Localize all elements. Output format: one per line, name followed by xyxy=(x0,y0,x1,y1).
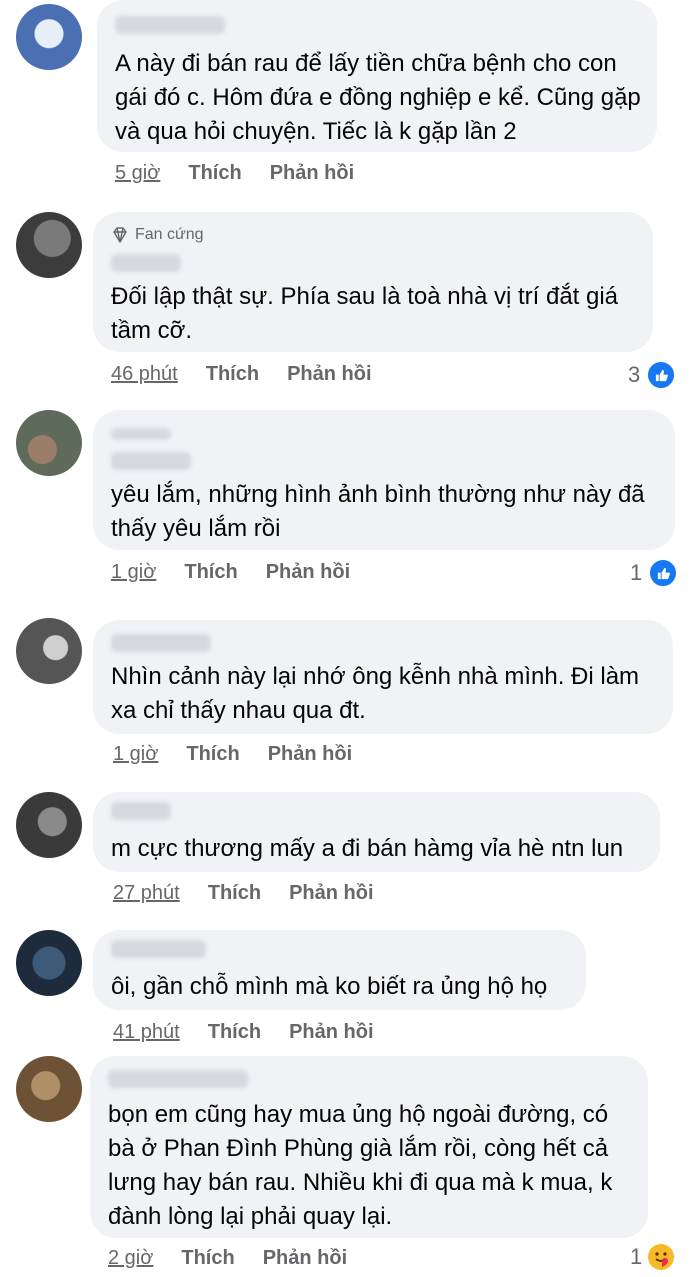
fan-badge: Fan cứng xyxy=(111,226,204,244)
comment-text: ôi, gần chỗ mình mà ko biết ra ủng hộ họ xyxy=(111,973,548,1000)
comment-time[interactable]: 41 phút xyxy=(113,1021,180,1044)
comment-time[interactable]: 46 phút xyxy=(111,363,178,386)
comment-text: A này đi bán rau để lấy tiền chữa bệnh c… xyxy=(115,50,641,145)
reply-button[interactable]: Phản hồi xyxy=(268,743,352,766)
reply-button[interactable]: Phản hồi xyxy=(263,1247,347,1270)
comment-bubble: A này đi bán rau để lấy tiền chữa bệnh c… xyxy=(97,0,657,152)
commenter-name-blurred[interactable] xyxy=(108,1070,248,1088)
commenter-name-blurred[interactable] xyxy=(111,634,211,652)
like-button[interactable]: Thích xyxy=(208,882,261,905)
comment-actions: 2 giờ Thích Phản hồi xyxy=(108,1243,347,1273)
comment-actions: 27 phút Thích Phản hồi xyxy=(113,878,374,908)
reply-button[interactable]: Phản hồi xyxy=(289,882,373,905)
comment-actions: 1 giờ Thích Phản hồi xyxy=(111,557,350,587)
avatar[interactable] xyxy=(16,212,82,278)
comment-actions: 46 phút Thích Phản hồi xyxy=(111,359,372,389)
comment-bubble: Nhìn cảnh này lại nhớ ông kễnh nhà mình.… xyxy=(93,620,673,734)
like-button[interactable]: Thích xyxy=(181,1247,234,1270)
reaction-number: 1 xyxy=(630,1244,643,1269)
comment-time[interactable]: 1 giờ xyxy=(113,743,158,766)
like-icon xyxy=(646,360,677,390)
comment-time[interactable]: 5 giờ xyxy=(115,162,160,185)
reply-button[interactable]: Phản hồi xyxy=(266,561,350,584)
reaction-count[interactable]: 1 xyxy=(630,1244,675,1270)
comment-bubble: m cực thương mấy a đi bán hàmg vỉa hè nt… xyxy=(93,792,660,872)
avatar[interactable] xyxy=(16,618,82,684)
comment-bubble: Fan cứng Đối lập thật sự. Phía sau là to… xyxy=(93,212,653,352)
commenter-name-blurred[interactable] xyxy=(111,802,171,820)
reaction-count[interactable]: 1 xyxy=(630,558,679,588)
reply-button[interactable]: Phản hồi xyxy=(287,363,371,386)
commenter-name-blurred[interactable] xyxy=(115,16,225,34)
comment-bubble: ôi, gần chỗ mình mà ko biết ra ủng hộ họ xyxy=(93,930,586,1010)
like-button[interactable]: Thích xyxy=(184,561,237,584)
comment-actions: 41 phút Thích Phản hồi xyxy=(113,1017,374,1047)
badge-label: Fan cứng xyxy=(135,226,204,243)
comment-actions: 1 giờ Thích Phản hồi xyxy=(113,739,352,769)
like-button[interactable]: Thích xyxy=(206,363,259,386)
reply-button[interactable]: Phản hồi xyxy=(270,162,354,185)
commenter-name-blurred[interactable] xyxy=(111,254,181,272)
comment-time[interactable]: 1 giờ xyxy=(111,561,156,584)
comment-text: Đối lập thật sự. Phía sau là toà nhà vị … xyxy=(111,283,619,344)
commenter-name-blurred[interactable] xyxy=(111,428,171,440)
like-icon xyxy=(648,558,679,588)
avatar[interactable] xyxy=(16,410,82,476)
comment-text: Nhìn cảnh này lại nhớ ông kễnh nhà mình.… xyxy=(111,663,640,724)
avatar[interactable] xyxy=(16,792,82,858)
avatar[interactable] xyxy=(16,930,82,996)
comment-time[interactable]: 2 giờ xyxy=(108,1247,153,1270)
commenter-name-blurred[interactable] xyxy=(111,940,206,958)
comment-actions: 5 giờ Thích Phản hồi xyxy=(115,158,354,188)
diamond-icon xyxy=(113,227,127,243)
like-button[interactable]: Thích xyxy=(186,743,239,766)
reply-button[interactable]: Phản hồi xyxy=(289,1021,373,1044)
reaction-count[interactable]: 3 xyxy=(628,360,677,390)
like-button[interactable]: Thích xyxy=(208,1021,261,1044)
reaction-number: 1 xyxy=(630,560,643,585)
avatar[interactable] xyxy=(16,1056,82,1122)
comment-bubble: yêu lắm, những hình ảnh bình thường như … xyxy=(93,410,675,550)
comment-time[interactable]: 27 phút xyxy=(113,882,180,905)
avatar[interactable] xyxy=(16,4,82,70)
commenter-name-blurred[interactable] xyxy=(111,452,191,470)
comment-text: yêu lắm, những hình ảnh bình thường như … xyxy=(111,481,645,542)
care-icon xyxy=(648,1244,675,1270)
comment-text: m cực thương mấy a đi bán hàmg vỉa hè nt… xyxy=(111,835,624,862)
comment-bubble: bọn em cũng hay mua ủng hộ ngoài đường, … xyxy=(90,1056,648,1238)
like-button[interactable]: Thích xyxy=(188,162,241,185)
reaction-number: 3 xyxy=(628,362,641,387)
comment-text: bọn em cũng hay mua ủng hộ ngoài đường, … xyxy=(108,1101,613,1230)
